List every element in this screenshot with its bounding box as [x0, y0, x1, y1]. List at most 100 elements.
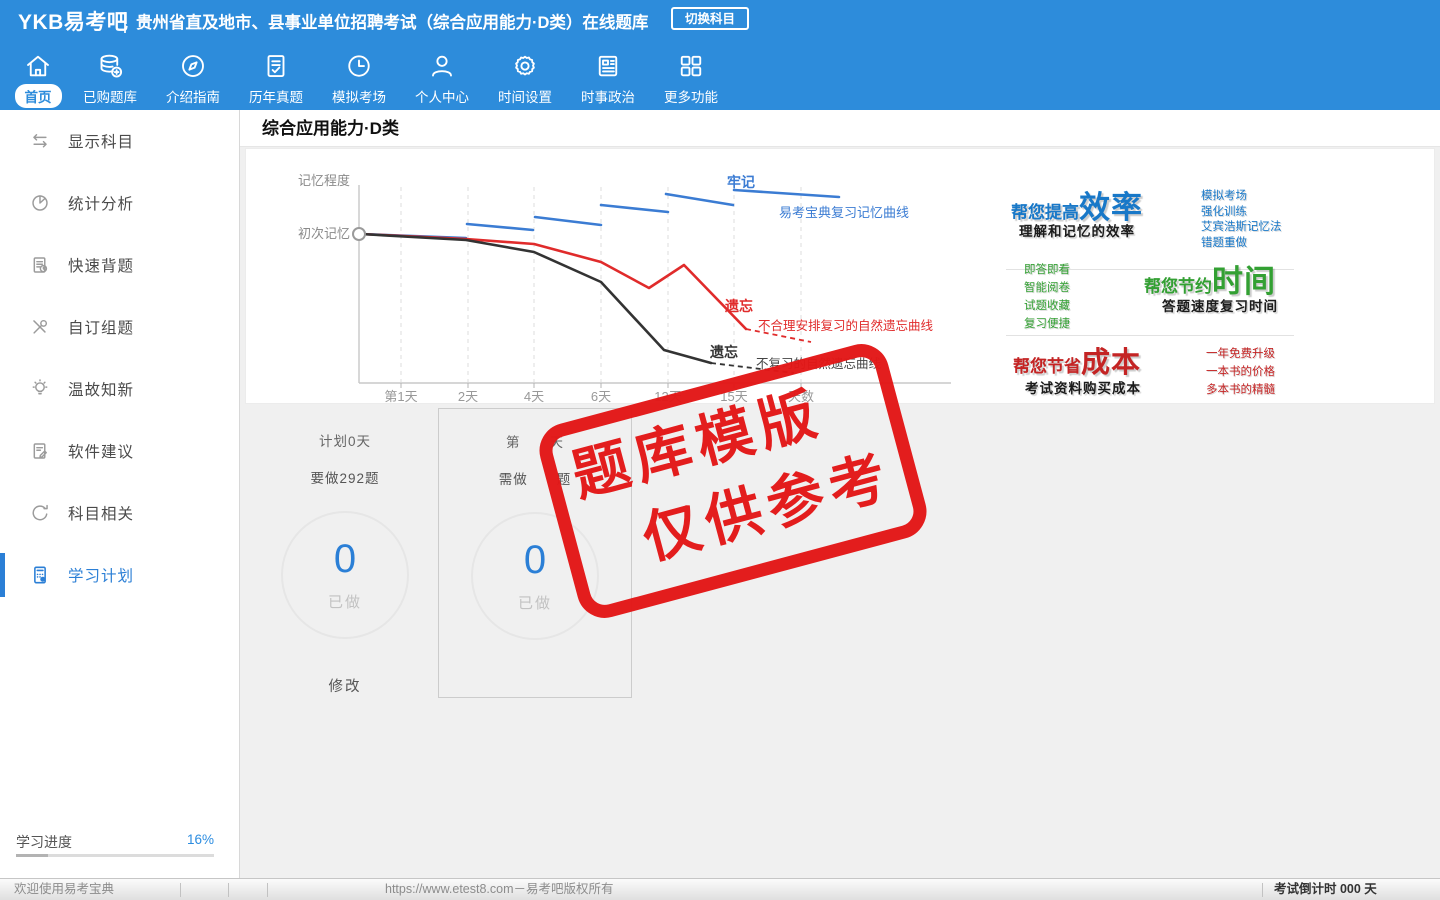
sidebar-item-swap[interactable]: 显示科目 [0, 110, 239, 172]
promo-subtitle-time: 答题速度复习时间 [1162, 299, 1278, 314]
study-progress-label: 学习进度 [16, 834, 72, 850]
plan-total-questions: 要做292题 [310, 471, 380, 486]
tools-icon [28, 315, 52, 339]
study-progress: 学习进度 16% [16, 832, 214, 857]
sidebar: 显示科目统计分析快速背题自订组题温故知新软件建议科目相关学习计划 学习进度 16… [0, 110, 240, 878]
svg-text:2天: 2天 [458, 389, 478, 403]
sidebar-menu: 显示科目统计分析快速背题自订组题温故知新软件建议科目相关学习计划 [0, 110, 239, 606]
status-welcome: 欢迎使用易考宝典 [14, 882, 115, 896]
database-icon [94, 50, 126, 82]
nav-item-home[interactable]: 首页 [12, 45, 64, 108]
sidebar-item-docedit[interactable]: 软件建议 [0, 420, 239, 482]
promo-list-efficiency: 模拟考场 强化训练 艾宾浩斯记忆法 错题重做 [1201, 189, 1282, 251]
nav-item-label: 介绍指南 [166, 90, 220, 105]
promo-list-item: 一年免费升级 [1206, 348, 1275, 360]
pie-icon [28, 191, 52, 215]
user-icon [426, 50, 458, 82]
sidebar-item-label: 软件建议 [68, 444, 135, 461]
nav-item-label: 已购题库 [83, 90, 137, 105]
plan-days: 计划0天 [318, 434, 371, 449]
promo-list-item: 即答即看 [1024, 264, 1070, 276]
compass-icon [177, 50, 209, 82]
sidebar-item-label: 快速背题 [68, 258, 135, 275]
switch-subject-button[interactable]: 切换科目 [671, 7, 750, 30]
study-progress-value: 16% [186, 832, 214, 847]
page-title: 综合应用能力·D类 [262, 119, 399, 138]
promo-subtitle-efficiency: 理解和记忆的效率 [1019, 224, 1135, 239]
promo-heading-cost: 帮您节省成本 [1013, 339, 1141, 381]
brand-logo: YKB易考吧 [18, 11, 129, 34]
top-bar: YKB易考吧 贵州省直及地市、县事业单位招聘考试（综合应用能力·D类）在线题库 … [0, 0, 1440, 45]
app-window: { "topbar": { "logo": "YKB易考吧", "title":… [0, 0, 1440, 900]
promo-heading-prefix: 帮您节省 [1013, 357, 1081, 376]
promo-list-item: 艾宾浩斯记忆法 [1201, 221, 1282, 233]
nav-item-label: 历年真题 [249, 90, 303, 105]
modify-plan-button[interactable]: 修改 [329, 675, 362, 696]
navbar: 首页 已购题库 介绍指南 历年真题 模拟考场 个人中心 时间设置 时事政治 更多功能 [0, 45, 1440, 110]
gear-icon [509, 50, 541, 82]
study-progress-fill [16, 854, 48, 857]
nav-item-paper[interactable]: 历年真题 [239, 45, 313, 108]
app-title: 贵州省直及地市、县事业单位招聘考试（综合应用能力·D类）在线题库 [136, 14, 649, 32]
promo-heading-prefix: 帮您节约 [1144, 277, 1212, 296]
svg-text:遗忘: 遗忘 [724, 298, 753, 314]
sidebar-item-tools[interactable]: 自订组题 [0, 296, 239, 358]
subject-icon [28, 501, 52, 525]
status-divider [267, 883, 268, 897]
promo-list-item: 多本书的精髓 [1206, 384, 1275, 396]
nav-item-label: 时间设置 [498, 90, 552, 105]
docedit-icon [28, 439, 52, 463]
svg-text:牢记: 牢记 [727, 174, 755, 190]
home-icon [22, 50, 54, 82]
sidebar-item-calc[interactable]: 学习计划 [0, 544, 239, 606]
promo-subtitle-cost: 考试资料购买成本 [1025, 381, 1141, 396]
nav-item-gear[interactable]: 时间设置 [488, 45, 562, 108]
sidebar-item-docfast[interactable]: 快速背题 [0, 234, 239, 296]
svg-text:记忆程度: 记忆程度 [298, 173, 350, 188]
nav-item-user[interactable]: 个人中心 [405, 45, 479, 108]
news-icon [592, 50, 624, 82]
sidebar-item-label: 温故知新 [68, 382, 135, 399]
promo-list-item: 错题重做 [1201, 236, 1247, 249]
nav-item-news[interactable]: 时事政治 [571, 45, 645, 108]
nav-item-label: 个人中心 [415, 90, 469, 105]
nav-item-label: 更多功能 [664, 90, 718, 105]
sidebar-item-bulb[interactable]: 温故知新 [0, 358, 239, 420]
nav-item-database[interactable]: 已购题库 [73, 45, 147, 108]
promo-heading-big: 成本 [1081, 347, 1142, 379]
exam-countdown: 考试倒计时 000 天 [1274, 882, 1377, 896]
promo-list-item: 复习便捷 [1024, 318, 1070, 330]
promo-list-item: 试题收藏 [1024, 300, 1070, 312]
nav-item-grid[interactable]: 更多功能 [654, 45, 728, 108]
status-bar: 欢迎使用易考宝典 https://www.etest8.com－易考吧版权所有 … [0, 878, 1440, 900]
svg-text:不合理安排复习的自然遗忘曲线: 不合理安排复习的自然遗忘曲线 [758, 318, 934, 333]
status-divider [180, 883, 181, 897]
plan-done-label: 已做 [327, 594, 362, 611]
nav-item-compass[interactable]: 介绍指南 [156, 45, 230, 108]
svg-text:4天: 4天 [524, 389, 544, 403]
paper-icon [260, 50, 292, 82]
bulb-icon [28, 377, 52, 401]
page-title-row: 综合应用能力·D类 [240, 110, 1440, 147]
nav-item-label: 模拟考场 [332, 90, 386, 105]
sidebar-item-label: 科目相关 [68, 506, 135, 523]
plan-done-circle: 0 已做 [281, 511, 409, 639]
svg-text:第1天: 第1天 [384, 389, 417, 403]
sidebar-item-label: 自订组题 [68, 320, 135, 337]
calc-icon [28, 563, 52, 587]
status-divider [228, 883, 229, 897]
svg-text:初次记忆: 初次记忆 [298, 226, 350, 241]
clock-icon [343, 50, 375, 82]
promo-list-item: 模拟考场 [1201, 190, 1247, 202]
sidebar-item-subject[interactable]: 科目相关 [0, 482, 239, 544]
promo-divider-2 [1006, 335, 1294, 336]
sidebar-item-pie[interactable]: 统计分析 [0, 172, 239, 234]
docfast-icon [28, 253, 52, 277]
sidebar-item-label: 显示科目 [68, 134, 135, 151]
sidebar-item-label: 统计分析 [68, 196, 135, 213]
promo-list-cost: 一年免费升级 一本书的价格 多本书的精髓 [1206, 345, 1275, 399]
nav-item-clock[interactable]: 模拟考场 [322, 45, 396, 108]
svg-text:易考宝典复习记忆曲线: 易考宝典复习记忆曲线 [779, 205, 909, 220]
promo-list-item: 智能阅卷 [1024, 282, 1070, 294]
promo-heading-big: 时间 [1212, 264, 1276, 299]
